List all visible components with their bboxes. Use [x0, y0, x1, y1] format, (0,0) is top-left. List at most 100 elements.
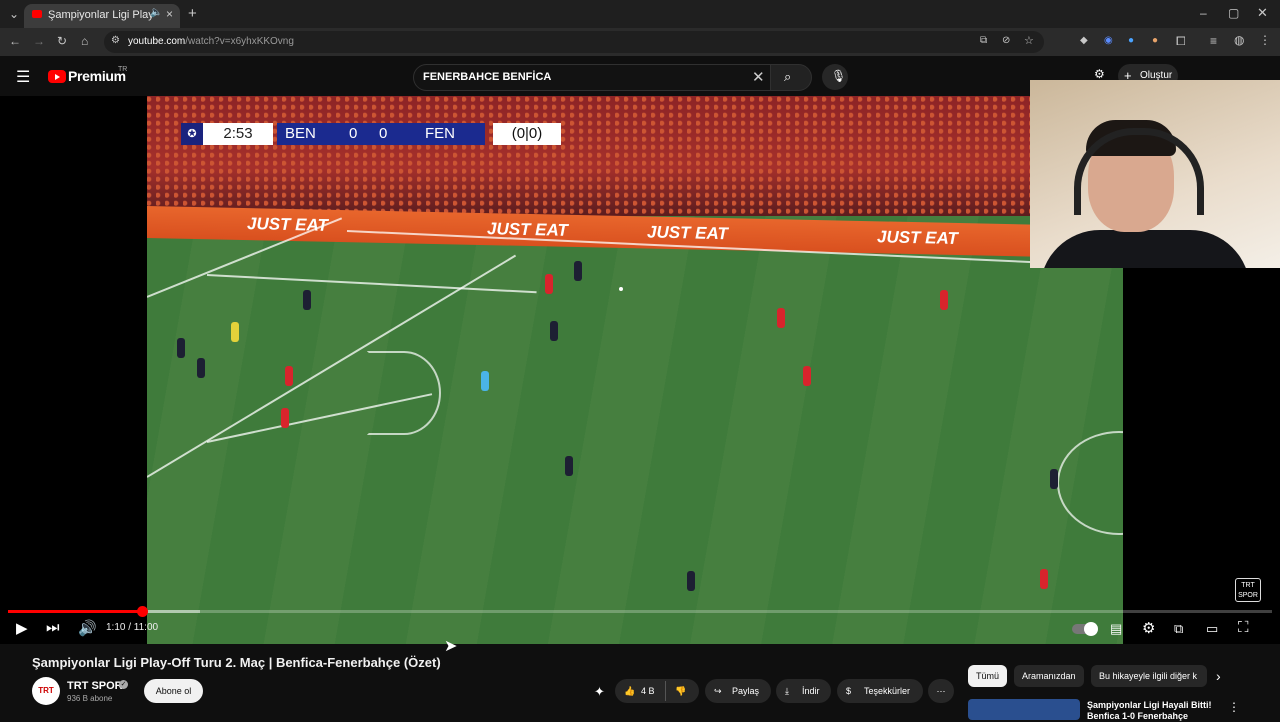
tab-title: Şampiyonlar Ligi Play-Off Turu 2. Maç | … [48, 9, 156, 21]
share-button[interactable]: ↪ Paylaş [705, 679, 771, 703]
channel-name[interactable]: TRT SPOR [67, 680, 123, 692]
thanks-button[interactable]: $ Teşekkürler [837, 679, 923, 703]
share-label: Paylaş [732, 686, 760, 696]
download-label: İndir [802, 686, 820, 696]
video-player[interactable]: JUST EAT JUST EAT JUST EAT JUST EAT ✪ 2:… [0, 80, 1280, 655]
pitch-line [206, 274, 537, 294]
like-icon[interactable]: 👍 [624, 679, 635, 703]
champions-league-icon: ✪ [181, 123, 203, 145]
fullscreen-icon[interactable]: ⛶ [1238, 619, 1249, 636]
share-icon: ↪ [714, 686, 722, 696]
recommendation-thumbnail[interactable] [968, 699, 1080, 720]
ad-text: JUST EAT [877, 227, 958, 248]
chevron-right-icon[interactable]: › [1216, 668, 1221, 684]
youtube-favicon-icon [32, 10, 42, 18]
maximize-icon[interactable]: ▢ [1228, 6, 1239, 20]
extension-3-icon[interactable]: ● [1128, 35, 1134, 46]
player-fenerbahce [177, 338, 185, 358]
channel-avatar[interactable]: TRT [32, 677, 60, 705]
audio-playing-icon[interactable]: 🔈 [150, 7, 162, 18]
hamburger-menu-icon[interactable]: ☰ [16, 67, 30, 87]
player-benfica [940, 290, 948, 310]
home-score: 0 [349, 125, 358, 142]
next-icon[interactable]: ⏭ [46, 619, 60, 636]
more-actions-icon[interactable]: ⋯ [928, 679, 954, 703]
time-display: 1:10 / 11:00 [106, 622, 159, 633]
player-fenerbahce [197, 358, 205, 378]
away-team: FEN [425, 125, 455, 142]
subscribe-button[interactable]: Abone ol [144, 679, 203, 703]
extension-1-icon[interactable]: ◆ [1080, 35, 1088, 46]
reload-icon[interactable]: ↻ [57, 34, 67, 48]
site-info-icon[interactable]: ⚙ [111, 35, 120, 46]
url-text: youtube.com/watch?v=x6yhxKKOvng [128, 36, 294, 47]
install-app-icon[interactable]: ⧉ [980, 35, 987, 46]
score-teams: BEN 0 0 FEN [277, 123, 485, 145]
recommendation-title[interactable]: Şampiyonlar Ligi Hayali Bitti! Benfica 1… [1087, 700, 1217, 722]
address-bar[interactable]: ⚙ youtube.com/watch?v=x6yhxKKOvng ⧉ ⊘ ☆ [104, 31, 1044, 53]
search-input[interactable]: FENERBAHCE BENFİCA ✕ [413, 64, 771, 91]
extensions-puzzle-icon[interactable]: ⧠ [1176, 34, 1186, 49]
browser-menu-icon[interactable]: ⋮ [1259, 33, 1271, 47]
volume-icon[interactable]: 🔊 [78, 619, 97, 637]
like-dislike-group: 👍 4 B 👎 [615, 679, 699, 703]
ad-text: JUST EAT [647, 222, 728, 244]
close-tab-icon[interactable]: × [166, 7, 173, 21]
voice-search-button[interactable]: 🎙 [822, 64, 848, 90]
player-fenerbahce [550, 321, 558, 341]
centre-circle [1057, 431, 1123, 535]
clear-search-icon[interactable]: ✕ [752, 68, 765, 86]
progress-scrubber[interactable] [136, 606, 148, 617]
like-count[interactable]: 4 B [641, 679, 655, 703]
microphone-icon: 🎙 [831, 69, 847, 83]
youtube-logo-icon[interactable] [48, 70, 66, 83]
progress-played [8, 610, 142, 613]
play-icon[interactable]: ▶ [16, 619, 28, 637]
tab-list-icon[interactable]: ⌄ [9, 7, 19, 21]
download-button[interactable]: ⤓ İndir [776, 679, 831, 703]
browser-toolbar: ← → ↻ ⌂ ⚙ youtube.com/watch?v=x6yhxKKOvn… [0, 28, 1280, 56]
settings-gear-icon[interactable]: ⚙ [1142, 619, 1155, 637]
tracking-icon[interactable]: ⊘ [1002, 35, 1010, 46]
chip-related[interactable]: Bu hikayeyle ilgili diğer k [1091, 665, 1207, 687]
home-icon[interactable]: ⌂ [81, 34, 88, 48]
ad-text: JUST EAT [247, 214, 328, 235]
video-frame[interactable]: JUST EAT JUST EAT JUST EAT JUST EAT ✪ 2:… [147, 96, 1123, 644]
close-window-icon[interactable]: ✕ [1257, 5, 1268, 21]
search-button[interactable]: ⌕ [770, 64, 812, 91]
player-benfica [777, 308, 785, 328]
theater-mode-icon[interactable]: ▭ [1206, 621, 1218, 637]
bookmark-star-icon[interactable]: ☆ [1024, 34, 1034, 47]
extension-2-icon[interactable]: ◉ [1104, 35, 1113, 46]
sparkle-icon[interactable]: ✦ [594, 684, 605, 700]
back-icon[interactable]: ← [9, 34, 21, 48]
recommendation-menu-icon[interactable]: ⋮ [1228, 700, 1240, 714]
extension-4-icon[interactable]: ● [1152, 35, 1158, 46]
divider [665, 681, 666, 701]
thanks-icon: $ [846, 686, 852, 696]
forward-icon[interactable]: → [33, 34, 45, 48]
player-benfica [803, 366, 811, 386]
recommendation-title-line: Şampiyonlar Ligi Hayali Bitti! [1087, 700, 1212, 710]
away-score: 0 [379, 125, 388, 142]
player-benfica [281, 408, 289, 428]
video-title: Şampiyonlar Ligi Play-Off Turu 2. Maç | … [32, 655, 441, 670]
browser-tab[interactable]: Şampiyonlar Ligi Play-Off Turu 2. Maç | … [24, 4, 180, 28]
player-fenerbahce [574, 261, 582, 281]
reading-list-icon[interactable]: ≡ [1210, 34, 1217, 48]
new-tab-icon[interactable]: + [188, 5, 197, 22]
player-fenerbahce [565, 456, 573, 476]
subscriber-count: 936 B abone [67, 694, 113, 703]
chip-from-search[interactable]: Aramanızdan [1014, 665, 1084, 687]
extension-icon[interactable]: ⚙ [1094, 67, 1105, 81]
profile-icon[interactable]: ◍ [1234, 33, 1244, 47]
subtitles-icon[interactable]: ▤ [1110, 621, 1122, 637]
progress-bar[interactable] [8, 606, 1272, 617]
autoplay-toggle[interactable] [1072, 622, 1098, 636]
player-benfica [545, 274, 553, 294]
search-query: FENERBAHCE BENFİCA [423, 71, 552, 83]
miniplayer-icon[interactable]: ⧉ [1174, 621, 1183, 637]
minimize-icon[interactable]: – [1200, 6, 1207, 20]
dislike-icon[interactable]: 👎 [675, 679, 686, 703]
chip-all[interactable]: Tümü [968, 665, 1008, 687]
